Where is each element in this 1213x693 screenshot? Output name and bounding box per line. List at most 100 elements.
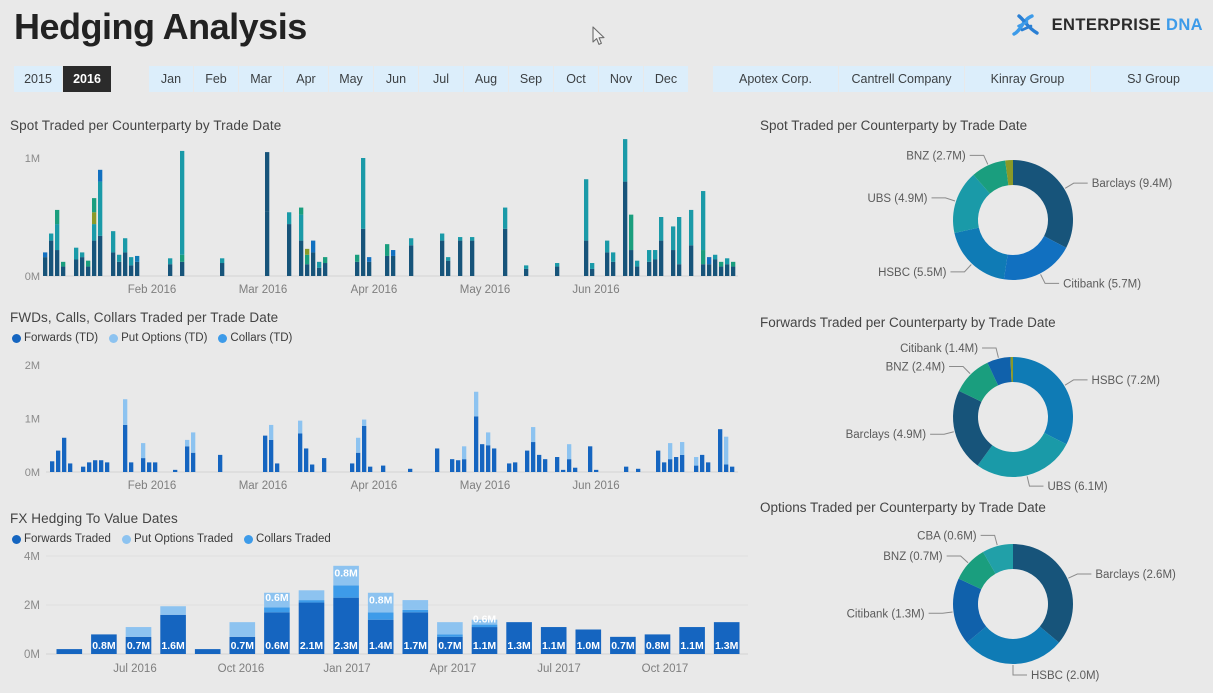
bar-segment (456, 460, 461, 472)
bar-segment (153, 462, 158, 472)
year-slicer[interactable]: 2015 2016 (14, 66, 112, 92)
month-option-jun[interactable]: Jun (374, 66, 419, 92)
legend-label: Put Options Traded (133, 533, 234, 545)
bar-segment (385, 255, 390, 276)
bar-segment (480, 444, 485, 472)
fwds-legend-item[interactable]: Forwards (TD) (12, 332, 98, 344)
bar-segment (141, 458, 146, 472)
fx-legend-item[interactable]: Forwards Traded (12, 533, 111, 545)
month-option-nov[interactable]: Nov (599, 66, 644, 92)
month-option-dec[interactable]: Dec (644, 66, 689, 92)
y-axis-tick-label: 2M (24, 600, 40, 612)
x-axis-tick-label: May 2016 (460, 284, 511, 296)
bar-segment (361, 228, 366, 276)
bar-segment (298, 433, 303, 472)
bar-segment (362, 425, 367, 472)
x-axis-tick-label: Mar 2016 (239, 480, 288, 492)
bar-segment (524, 268, 529, 276)
fx-bar-value-label: 0.8M (92, 640, 116, 652)
legend-swatch-icon (12, 333, 21, 343)
fx-bar-value-label: 0.7M (438, 640, 462, 652)
fx-legend-item[interactable]: Collars Traded (244, 533, 331, 545)
bar-segment (668, 459, 673, 472)
month-option-jul[interactable]: Jul (419, 66, 464, 92)
bar-segment (92, 224, 97, 241)
counterparty-slicer[interactable]: Apotex Corp. Cantrell Company Kinray Group… (713, 66, 1213, 92)
counterparty-option-cantrell-company[interactable]: Cantrell Company (839, 66, 965, 92)
bar-segment (567, 444, 572, 460)
month-option-oct[interactable]: Oct (554, 66, 599, 92)
counterparty-option-apotex-corp[interactable]: Apotex Corp. (713, 66, 839, 92)
bar-segment (391, 250, 396, 256)
bar-segment (305, 248, 310, 255)
donut-leader-line (1040, 274, 1060, 284)
year-option-2015[interactable]: 2015 (14, 66, 63, 92)
x-axis-tick-label: May 2016 (460, 480, 511, 492)
fx-bar-value-label: 1.7M (404, 640, 428, 652)
year-option-2016[interactable]: 2016 (63, 66, 112, 92)
fx-hedging-bar-chart[interactable]: FX Hedging To Value Dates Forwards Trade… (10, 511, 750, 687)
bar-segment (731, 261, 736, 267)
bar-segment (689, 209, 694, 246)
spot-traded-bar-chart[interactable]: Spot Traded per Counterparty by Trade Da… (10, 118, 738, 303)
fx-legend-item[interactable]: Put Options Traded (121, 533, 234, 545)
bar-segment (355, 254, 360, 262)
bar-segment (269, 439, 274, 472)
month-option-feb[interactable]: Feb (194, 66, 239, 92)
bar-segment (80, 252, 85, 258)
counterparty-option-sj-group[interactable]: SJ Group (1091, 66, 1213, 92)
forwards-traded-donut-chart[interactable]: Forwards Traded per Counterparty by Trad… (748, 315, 1213, 505)
fx-hedging-legend: Forwards Traded Put Options Traded Collars… (12, 533, 331, 545)
bar-segment (117, 254, 122, 262)
bar-segment (700, 454, 705, 472)
bar-segment (287, 212, 292, 225)
bar-segment (701, 264, 706, 276)
bar-segment (92, 212, 97, 225)
bar-segment (123, 424, 128, 472)
bar-segment (362, 419, 367, 426)
fx-bar-segment-label: 0.8M (369, 595, 393, 607)
fwds-calls-collars-bar-chart[interactable]: FWDs, Calls, Collars Traded per Trade Da… (10, 310, 738, 505)
bar-segment (305, 264, 310, 276)
bar-segment (647, 261, 652, 276)
bar-segment (141, 443, 146, 459)
month-option-sep[interactable]: Sep (509, 66, 554, 92)
page-title: Hedging Analysis (14, 6, 307, 47)
month-option-aug[interactable]: Aug (464, 66, 509, 92)
bar-segment (74, 259, 79, 276)
bar-segment (503, 228, 508, 276)
bar-segment (446, 260, 451, 276)
options-traded-donut-chart[interactable]: Options Traded per Counterparty by Trade… (748, 500, 1213, 690)
enterprise-dna-logo: ENTERPRISE DNA (1010, 12, 1203, 38)
month-slicer[interactable]: Jan Feb Mar Apr May Jun Jul Aug Sep Oct Nov Dec (149, 66, 689, 92)
bar-segment (43, 257, 48, 276)
bar-segment (218, 454, 223, 472)
bar-segment (718, 429, 723, 472)
bar-segment (180, 150, 185, 255)
fwds-legend-item[interactable]: Collars (TD) (218, 332, 292, 344)
bar-segment (299, 214, 304, 241)
month-option-mar[interactable]: Mar (239, 66, 284, 92)
donut-slice-label: HSBC (5.5M) (878, 267, 947, 279)
legend-label: Put Options (TD) (121, 332, 208, 344)
spot-traded-donut-chart[interactable]: Spot Traded per Counterparty by Trade Da… (748, 118, 1213, 308)
bar-segment (694, 465, 699, 472)
bar-segment (220, 258, 225, 264)
bar-segment (724, 436, 729, 465)
fx-hedging-plot: 0M 2M 4M 0.8M 0.7M 1.6M 0.7M 0.6M 2.1M 2.3M 1.4M 1.… (24, 552, 748, 675)
legend-label: Forwards Traded (24, 533, 111, 545)
month-option-may[interactable]: May (329, 66, 374, 92)
bar-segment (311, 240, 316, 253)
month-option-jan[interactable]: Jan (149, 66, 194, 92)
spot-donut-plot: Barclays (9.4M) Citibank (5.7M) HSBC (5.5M… (867, 150, 1172, 290)
legend-label: Forwards (TD) (24, 332, 99, 344)
month-option-apr[interactable]: Apr (284, 66, 329, 92)
bar-segment (446, 257, 451, 261)
bar-segment (55, 209, 60, 225)
bar-segment (462, 446, 467, 460)
fwds-legend-item[interactable]: Put Options (TD) (109, 332, 207, 344)
counterparty-option-kinray-group[interactable]: Kinray Group (965, 66, 1091, 92)
bar-segment (474, 391, 479, 417)
bar-segment (611, 252, 616, 262)
x-axis-tick-label: Apr 2016 (351, 480, 398, 492)
